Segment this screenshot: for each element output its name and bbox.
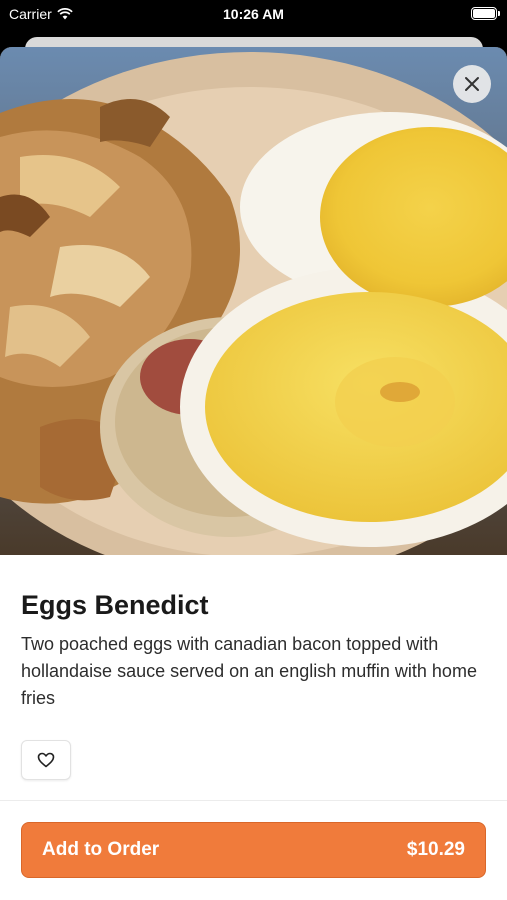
item-info: Eggs Benedict Two poached eggs with cana…: [21, 590, 486, 712]
close-icon: [465, 77, 479, 91]
favorite-button[interactable]: [21, 740, 71, 780]
add-to-order-button[interactable]: Add to Order $10.29: [21, 822, 486, 878]
battery-icon: [471, 7, 500, 20]
item-title: Eggs Benedict: [21, 590, 209, 620]
add-to-order-label: Add to Order: [42, 839, 160, 860]
divider: [0, 800, 507, 801]
status-bar: Carrier 10:26 AM: [0, 0, 507, 30]
item-image: [0, 47, 507, 555]
item-description: Two poached eggs with canadian bacon top…: [21, 634, 477, 708]
item-detail-sheet: Eggs Benedict Two poached eggs with cana…: [0, 47, 507, 900]
clock: 10:26 AM: [223, 6, 284, 22]
item-price: $10.29: [406, 839, 465, 860]
close-button[interactable]: [453, 65, 491, 103]
heart-icon: [37, 752, 55, 768]
